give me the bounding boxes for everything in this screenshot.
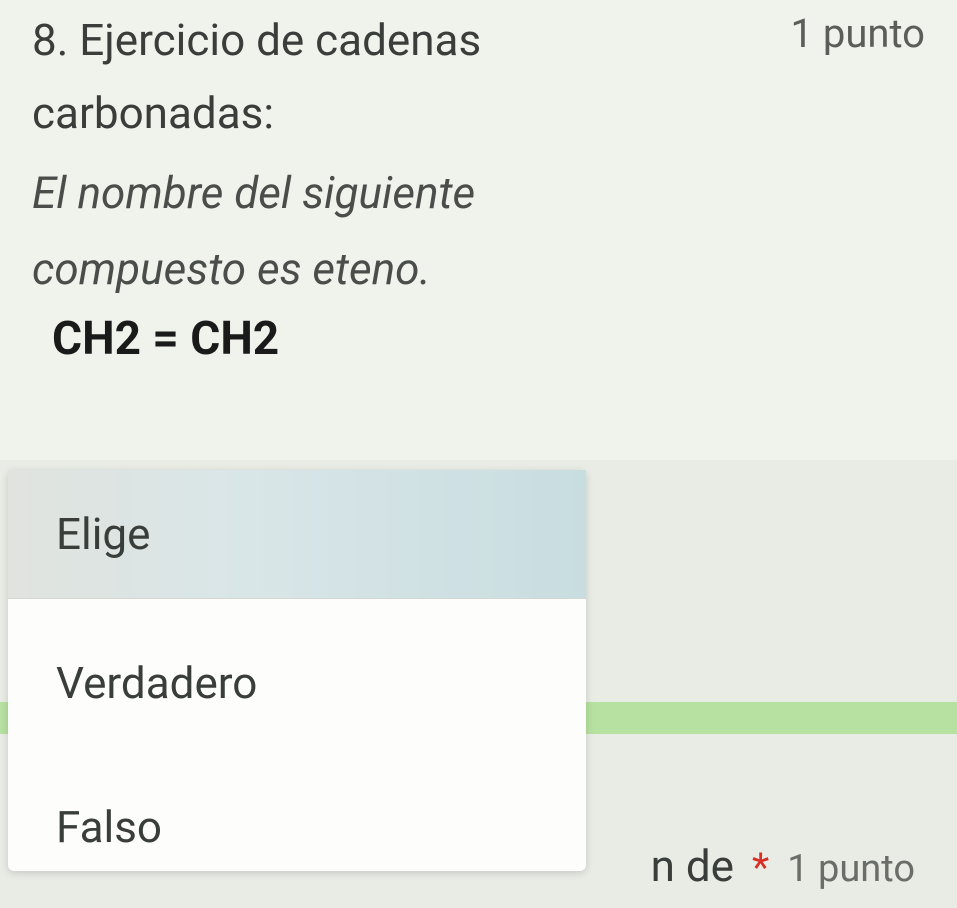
dropdown-option-false[interactable]: Falso — [8, 751, 586, 871]
question-header: 8. Ejercicio de cadenas 1 punto — [32, 10, 925, 72]
required-indicator-icon: * — [752, 844, 769, 891]
question-statement-line1: El nombre del siguiente — [32, 160, 925, 226]
chemical-formula: CH2 = CH2 — [52, 312, 925, 366]
next-question-header-partial: n de * 1 punto — [651, 840, 915, 892]
question-title: 8. Ejercicio de cadenas — [32, 10, 750, 72]
question-subtitle: carbonadas: — [32, 80, 925, 146]
answer-dropdown[interactable]: Elige Verdadero Falso — [8, 470, 586, 871]
question-statement-line2: compuesto es eteno. — [32, 236, 925, 302]
dropdown-option-true[interactable]: Verdadero — [8, 599, 586, 751]
next-question-text-fragment: n de — [651, 840, 734, 892]
question-card: 8. Ejercicio de cadenas 1 punto carbonad… — [0, 0, 957, 460]
dropdown-placeholder-option[interactable]: Elige — [8, 470, 586, 599]
points-label: 1 punto — [790, 10, 925, 57]
next-question-points: 1 punto — [787, 847, 915, 891]
